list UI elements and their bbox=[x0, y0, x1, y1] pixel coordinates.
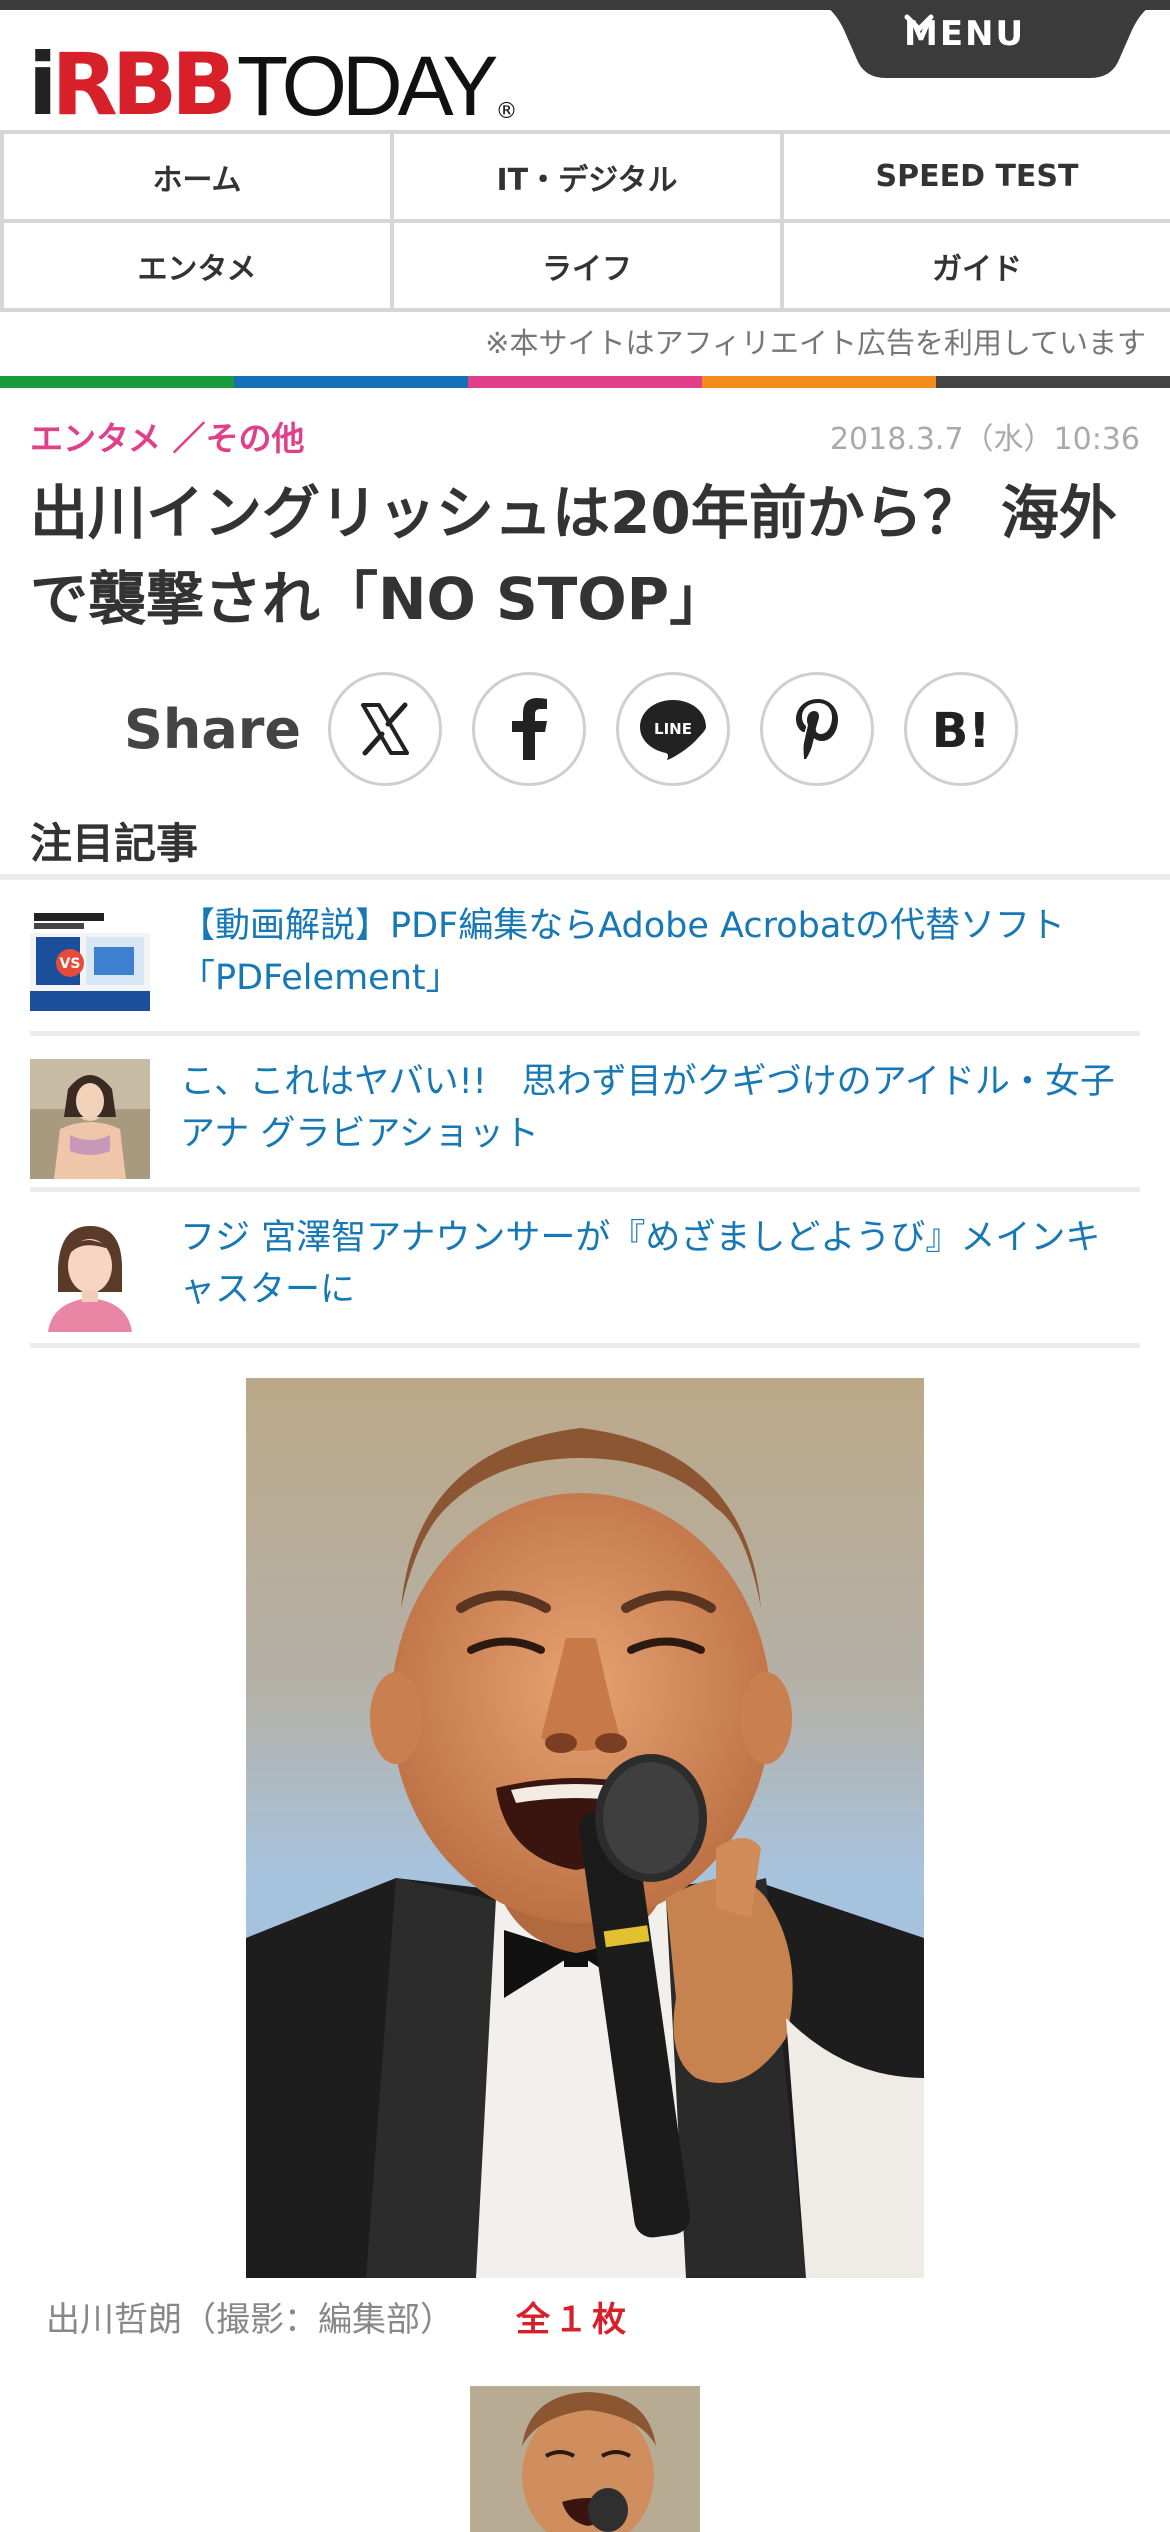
main-photo[interactable] bbox=[246, 1378, 924, 2278]
affiliate-disclaimer: ※本サイトはアフィリエイト広告を利用しています bbox=[485, 326, 1146, 360]
featured-item-title[interactable]: 【動画解説】PDF編集ならAdobe Acrobatの代替ソフト「PDFelem… bbox=[180, 900, 1130, 1004]
photo-count-link[interactable]: 全１枚 bbox=[516, 2292, 630, 2341]
category-nav: ホーム IT・デジタル SPEED TEST エンタメ ライフ ガイド bbox=[0, 130, 1170, 312]
featured-item-title[interactable]: こ、これはヤバい!! 思わず目がクギづけのアイドル・女子アナ グラビアショット bbox=[180, 1056, 1130, 1160]
thumbnail-announcer bbox=[30, 1212, 150, 1332]
logo-registered-mark: ® bbox=[495, 99, 518, 124]
facebook-icon bbox=[512, 698, 547, 760]
share-hatena-button[interactable]: B! bbox=[904, 672, 1018, 786]
color-bar-segment bbox=[468, 376, 702, 388]
share-bar: Share LINE B! bbox=[0, 668, 1170, 788]
photo-thumbnail-image bbox=[470, 2386, 700, 2532]
share-x-button[interactable] bbox=[328, 672, 442, 786]
svg-text:LINE: LINE bbox=[654, 720, 692, 738]
featured-item-title[interactable]: フジ 宮澤智アナウンサーが『めざましどようび』メインキャスターに bbox=[180, 1212, 1130, 1316]
share-line-button[interactable]: LINE bbox=[616, 672, 730, 786]
featured-list: VS 【動画解説】PDF編集ならAdobe Acrobatの代替ソフト「PDFe… bbox=[30, 880, 1140, 1348]
site-logo[interactable]: iRBB TODAY ® bbox=[28, 28, 517, 128]
nav-item-guide[interactable]: ガイド bbox=[784, 223, 1170, 308]
article-date: 2018.3.7（水）10:36 bbox=[829, 422, 1140, 457]
line-icon: LINE bbox=[640, 700, 706, 760]
nav-item-home[interactable]: ホーム bbox=[4, 134, 390, 219]
article-title: 出川イングリッシュは20年前から？ 海外で襲撃され「NO STOP」 bbox=[30, 479, 1117, 633]
color-bar-segment bbox=[234, 376, 468, 388]
hatena-bookmark-icon: B! bbox=[932, 704, 990, 754]
share-label: Share bbox=[124, 698, 302, 761]
share-facebook-button[interactable] bbox=[472, 672, 586, 786]
menu-button[interactable]: MENU bbox=[806, 0, 1170, 78]
color-bar-segment bbox=[702, 376, 936, 388]
thumbnail-pdfelement: VS bbox=[30, 907, 150, 1011]
featured-item[interactable]: フジ 宮澤智アナウンサーが『めざましどようび』メインキャスターに bbox=[30, 1192, 1140, 1348]
logo-rbb: iRBB bbox=[28, 35, 237, 135]
color-bar-segment bbox=[0, 376, 234, 388]
nav-item-life[interactable]: ライフ bbox=[394, 223, 780, 308]
svg-text:B!: B! bbox=[932, 704, 990, 754]
nav-item-speed-test[interactable]: SPEED TEST bbox=[784, 134, 1170, 219]
x-icon bbox=[361, 702, 409, 756]
featured-item[interactable]: VS 【動画解説】PDF編集ならAdobe Acrobatの代替ソフト「PDFe… bbox=[30, 880, 1140, 1036]
pinterest-icon bbox=[796, 699, 838, 759]
category-color-bar bbox=[0, 376, 1170, 388]
chevron-down-icon bbox=[904, 14, 934, 32]
color-bar-segment bbox=[936, 376, 1170, 388]
main-photo-image bbox=[246, 1378, 924, 2278]
photo-caption: 出川哲朗（撮影：編集部） bbox=[46, 2300, 454, 2340]
article-category-link[interactable]: エンタメ ／その他 bbox=[30, 412, 305, 460]
featured-item[interactable]: こ、これはヤバい!! 思わず目がクギづけのアイドル・女子アナ グラビアショット bbox=[30, 1036, 1140, 1192]
logo-today: TODAY bbox=[236, 39, 499, 133]
featured-heading: 注目記事 bbox=[30, 819, 199, 868]
svg-text:VS: VS bbox=[60, 956, 81, 972]
nav-item-it-digital[interactable]: IT・デジタル bbox=[394, 134, 780, 219]
share-pinterest-button[interactable] bbox=[760, 672, 874, 786]
thumbnail-gravure bbox=[30, 1059, 150, 1179]
photo-thumbnail[interactable] bbox=[470, 2386, 700, 2532]
nav-item-entame[interactable]: エンタメ bbox=[4, 223, 390, 308]
